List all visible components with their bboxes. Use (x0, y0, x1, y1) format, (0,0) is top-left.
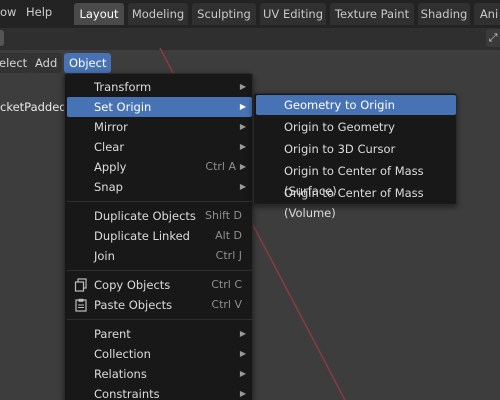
menu-item-transform[interactable]: Transform ▶ (67, 77, 252, 97)
menu-item-set-origin[interactable]: Set Origin ▶ (67, 97, 252, 117)
menu-add[interactable]: Add (30, 53, 63, 73)
menu-separator (67, 201, 252, 202)
copy-icon (74, 278, 87, 292)
submenu-arrow-icon: ▶ (239, 122, 246, 131)
menu-item-label: Apply (94, 160, 127, 174)
menu-item-label: Snap (94, 180, 123, 194)
shortcut-label: Ctrl A (205, 160, 236, 173)
menu-item-duplicate-objects[interactable]: Duplicate Objects Shift D (67, 206, 252, 226)
shortcut-label: Ctrl V (211, 298, 242, 311)
submenu-item-origin-to-3d-cursor[interactable]: Origin to 3D Cursor (256, 139, 456, 159)
menu-separator (67, 319, 252, 320)
shortcut-label: Shift D (205, 209, 242, 222)
shortcut-label: Ctrl J (215, 249, 242, 262)
submenu-arrow-icon: ▶ (239, 329, 246, 338)
set-origin-submenu: Geometry to Origin Origin to Geometry Or… (253, 93, 457, 220)
menu-item-label: Transform (94, 80, 152, 94)
submenu-arrow-icon: ▶ (239, 162, 246, 171)
submenu-arrow-icon: ▶ (239, 142, 246, 151)
menu-item-label: Relations (94, 367, 147, 381)
menu-item-label: Constraints (94, 387, 160, 400)
submenu-arrow-icon: ▶ (239, 389, 246, 398)
menu-item-copy-objects[interactable]: Copy Objects Ctrl C (67, 275, 252, 295)
menu-item-apply[interactable]: Apply Ctrl A ▶ (67, 157, 252, 177)
submenu-arrow-icon: ▶ (239, 102, 246, 111)
menu-item-label: Clear (94, 140, 125, 154)
menu-item-join[interactable]: Join Ctrl J (67, 246, 252, 266)
menu-item-duplicate-linked[interactable]: Duplicate Linked Alt D (67, 226, 252, 246)
menu-item-label: Parent (94, 327, 131, 341)
submenu-arrow-icon: ▶ (239, 349, 246, 358)
submenu-item-origin-to-geometry[interactable]: Origin to Geometry (256, 117, 456, 137)
menu-item-parent[interactable]: Parent ▶ (67, 324, 252, 344)
submenu-arrow-icon: ▶ (239, 182, 246, 191)
menu-object[interactable]: Object (64, 53, 112, 73)
menu-item-label: Duplicate Objects (94, 209, 196, 223)
menu-select[interactable]: elect (0, 53, 33, 73)
menu-item-label: Paste Objects (94, 298, 173, 312)
menu-item-mirror[interactable]: Mirror ▶ (67, 117, 252, 137)
menu-item-clear[interactable]: Clear ▶ (67, 137, 252, 157)
menu-item-label: Mirror (94, 120, 128, 134)
menu-item-collection[interactable]: Collection ▶ (67, 344, 252, 364)
menu-item-snap[interactable]: Snap ▶ (67, 177, 252, 197)
submenu-arrow-icon: ▶ (239, 369, 246, 378)
menu-item-label: Set Origin (94, 100, 152, 114)
shortcut-label: Ctrl C (211, 278, 242, 291)
menu-item-label: Join (94, 249, 115, 263)
submenu-item-geometry-to-origin[interactable]: Geometry to Origin (256, 95, 456, 115)
menu-item-paste-objects[interactable]: Paste Objects Ctrl V (67, 295, 252, 315)
submenu-item-origin-to-center-of-mass-volume[interactable]: Origin to Center of Mass (Volume) (256, 183, 456, 220)
submenu-arrow-icon: ▶ (239, 82, 246, 91)
menu-item-constraints[interactable]: Constraints ▶ (67, 384, 252, 400)
menu-item-label: Collection (94, 347, 151, 361)
paste-icon (75, 298, 87, 312)
menu-item-relations[interactable]: Relations ▶ (67, 364, 252, 384)
menu-separator (67, 270, 252, 271)
object-menu: Transform ▶ Set Origin ▶ Mirror ▶ Clear … (64, 73, 253, 400)
menu-item-label: Duplicate Linked (94, 229, 190, 243)
shortcut-label: Alt D (215, 229, 242, 242)
submenu-item-origin-to-center-of-mass-surface[interactable]: Origin to Center of Mass (Surface) (256, 161, 456, 198)
menu-item-label: Copy Objects (94, 278, 171, 292)
